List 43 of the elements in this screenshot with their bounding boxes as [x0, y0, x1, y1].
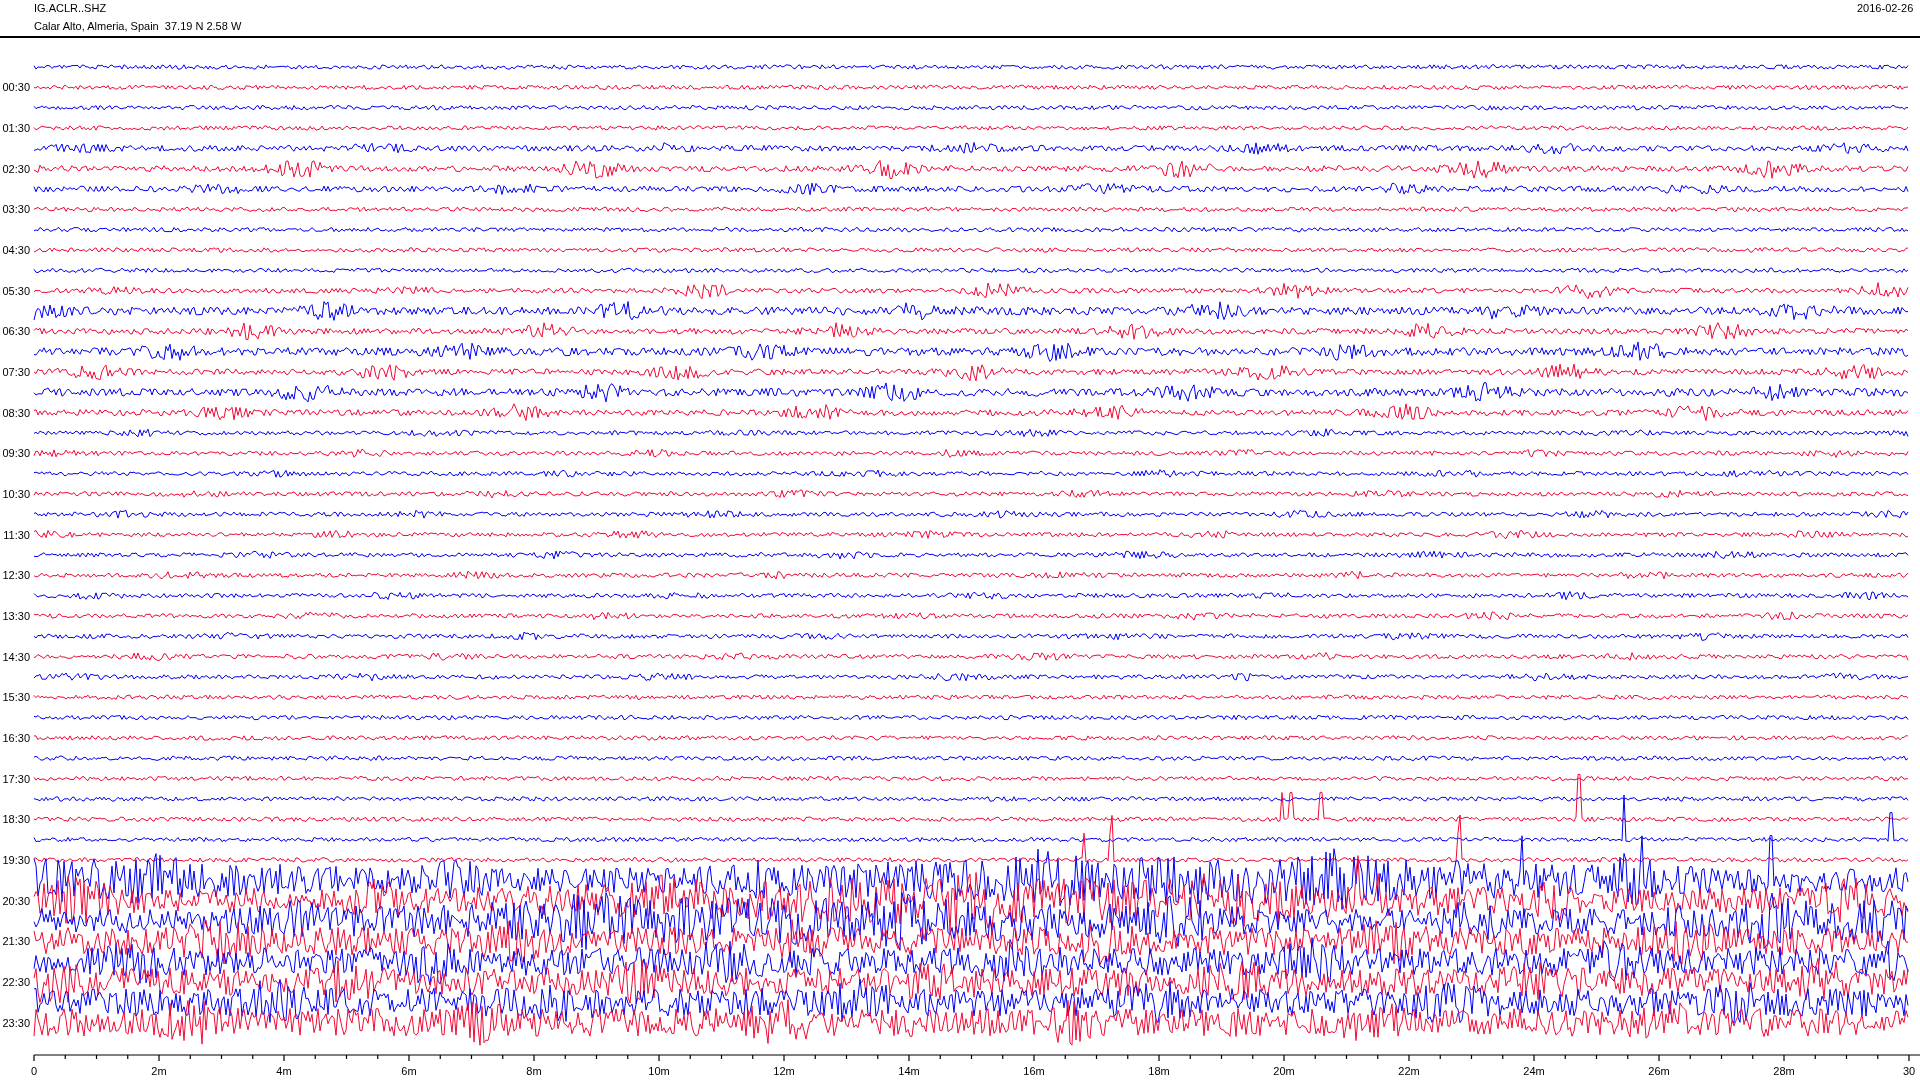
hour-label: 04:30: [2, 244, 30, 256]
tick-label: 0: [30, 1065, 38, 1077]
hour-label: 21:30: [2, 935, 30, 948]
hour-label: 20:30: [2, 894, 30, 907]
station-code: IG.ACLR..SHZ: [34, 1, 107, 15]
hour-label: 09:30: [2, 447, 30, 460]
hour-label: 18:30: [2, 813, 30, 826]
tick-label: 28m: [1773, 1065, 1795, 1077]
tick-label: 12m: [773, 1065, 795, 1077]
hour-label: 11:30: [3, 528, 30, 541]
tick-label: 2m: [151, 1065, 167, 1077]
tick-label: 18m: [1148, 1065, 1170, 1077]
station-location: Calar Alto, Almeria, Spain 37.19 N 2.58 W: [34, 19, 242, 33]
tick-label: 16m: [1023, 1065, 1045, 1077]
hour-label: 07:30: [2, 365, 30, 378]
tick-label: 20m: [1273, 1065, 1295, 1077]
hour-label: 01:30: [2, 122, 30, 134]
hour-label: 08:30: [2, 406, 30, 419]
hour-label: 00:30: [2, 81, 30, 94]
hour-label: 17:30: [2, 772, 30, 785]
tick-label: 14m: [898, 1065, 920, 1077]
hour-label: 10:30: [2, 487, 30, 500]
hour-label: 05:30: [2, 284, 30, 297]
hour-label: 14:30: [2, 650, 30, 663]
hour-label: 22:30: [2, 975, 30, 988]
hour-label: 12:30: [2, 569, 30, 582]
hour-label: 15:30: [2, 691, 30, 704]
tick-label: 4m: [276, 1065, 292, 1077]
tick-label: 22m: [1398, 1065, 1420, 1077]
tick-label: 10m: [648, 1065, 670, 1077]
hour-label: 19:30: [2, 853, 30, 866]
tick-label: 30: [1902, 1065, 1916, 1077]
hour-label: 23:30: [2, 1016, 30, 1029]
hour-label: 13:30: [2, 609, 30, 622]
tick-label: 6m: [401, 1065, 417, 1077]
hour-label: 16:30: [2, 731, 30, 744]
date-label: 2016-02-26: [1857, 1, 1914, 15]
hour-label: 02:30: [2, 162, 30, 175]
hour-label: 06:30: [2, 325, 30, 338]
tick-label: 8m: [526, 1065, 542, 1077]
tick-label: 24m: [1523, 1065, 1545, 1077]
tick-label: 26m: [1648, 1065, 1670, 1077]
hour-label: 03:30: [2, 203, 30, 216]
